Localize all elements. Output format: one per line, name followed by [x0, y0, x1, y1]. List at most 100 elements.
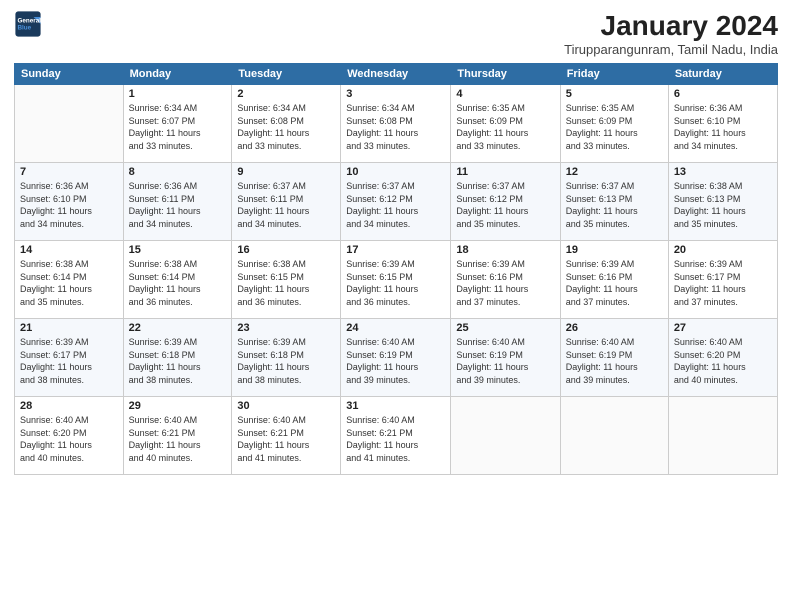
calendar-cell — [668, 397, 777, 475]
day-number: 29 — [129, 400, 227, 412]
day-number: 20 — [674, 244, 772, 256]
calendar-cell: 13 Sunrise: 6:38 AM Sunset: 6:13 PM Dayli… — [668, 163, 777, 241]
title-area: January 2024 Tirupparangunram, Tamil Nad… — [564, 10, 778, 57]
day-info: Sunrise: 6:39 AM Sunset: 6:16 PM Dayligh… — [566, 258, 663, 308]
day-number: 16 — [237, 244, 335, 256]
day-number: 11 — [456, 166, 554, 178]
calendar-table: Sunday Monday Tuesday Wednesday Thursday… — [14, 63, 778, 475]
calendar-cell: 20 Sunrise: 6:39 AM Sunset: 6:17 PM Dayli… — [668, 241, 777, 319]
calendar-cell: 27Sunrise: 6:40 AM Sunset: 6:20 PM Dayli… — [668, 319, 777, 397]
day-number: 26 — [566, 322, 663, 334]
calendar-cell: 10Sunrise: 6:37 AM Sunset: 6:12 PM Dayli… — [341, 163, 451, 241]
calendar-cell: 16Sunrise: 6:38 AM Sunset: 6:15 PM Dayli… — [232, 241, 341, 319]
day-number: 6 — [674, 88, 772, 100]
day-number: 4 — [456, 88, 554, 100]
day-info: Sunrise: 6:39 AM Sunset: 6:18 PM Dayligh… — [237, 336, 335, 386]
col-saturday: Saturday — [668, 64, 777, 85]
calendar-cell: 31Sunrise: 6:40 AM Sunset: 6:21 PM Dayli… — [341, 397, 451, 475]
calendar-cell: 19 Sunrise: 6:39 AM Sunset: 6:16 PM Dayli… — [560, 241, 668, 319]
week-row-3: 21 Sunrise: 6:39 AM Sunset: 6:17 PM Dayli… — [15, 319, 778, 397]
day-info: Sunrise: 6:36 AM Sunset: 6:10 PM Dayligh… — [20, 180, 118, 230]
day-info: Sunrise: 6:37 AM Sunset: 6:13 PM Dayligh… — [566, 180, 663, 230]
calendar-cell: 26 Sunrise: 6:40 AM Sunset: 6:19 PM Dayli… — [560, 319, 668, 397]
day-info: Sunrise: 6:36 AM Sunset: 6:10 PM Dayligh… — [674, 102, 772, 152]
calendar-cell: 3Sunrise: 6:34 AM Sunset: 6:08 PM Daylig… — [341, 85, 451, 163]
day-info: Sunrise: 6:40 AM Sunset: 6:21 PM Dayligh… — [129, 414, 227, 464]
day-info: Sunrise: 6:37 AM Sunset: 6:11 PM Dayligh… — [237, 180, 335, 230]
day-number: 1 — [129, 88, 227, 100]
calendar-cell: 15Sunrise: 6:38 AM Sunset: 6:14 PM Dayli… — [123, 241, 232, 319]
calendar-cell: 7 Sunrise: 6:36 AM Sunset: 6:10 PM Daylig… — [15, 163, 124, 241]
day-info: Sunrise: 6:39 AM Sunset: 6:16 PM Dayligh… — [456, 258, 554, 308]
col-tuesday: Tuesday — [232, 64, 341, 85]
day-number: 8 — [129, 166, 227, 178]
day-number: 5 — [566, 88, 663, 100]
day-number: 7 — [20, 166, 118, 178]
day-info: Sunrise: 6:40 AM Sunset: 6:19 PM Dayligh… — [566, 336, 663, 386]
day-number: 21 — [20, 322, 118, 334]
logo: General Blue — [14, 10, 42, 38]
day-info: Sunrise: 6:36 AM Sunset: 6:11 PM Dayligh… — [129, 180, 227, 230]
header: General Blue January 2024 Tirupparangunr… — [14, 10, 778, 57]
calendar-cell — [15, 85, 124, 163]
day-number: 3 — [346, 88, 445, 100]
calendar-cell: 14Sunrise: 6:38 AM Sunset: 6:14 PM Dayli… — [15, 241, 124, 319]
svg-text:Blue: Blue — [18, 25, 32, 32]
location: Tirupparangunram, Tamil Nadu, India — [564, 42, 778, 57]
day-number: 25 — [456, 322, 554, 334]
day-number: 27 — [674, 322, 772, 334]
day-number: 13 — [674, 166, 772, 178]
col-sunday: Sunday — [15, 64, 124, 85]
day-info: Sunrise: 6:35 AM Sunset: 6:09 PM Dayligh… — [566, 102, 663, 152]
day-info: Sunrise: 6:37 AM Sunset: 6:12 PM Dayligh… — [456, 180, 554, 230]
calendar-cell: 25 Sunrise: 6:40 AM Sunset: 6:19 PM Dayli… — [451, 319, 560, 397]
header-row: Sunday Monday Tuesday Wednesday Thursday… — [15, 64, 778, 85]
calendar-cell: 1 Sunrise: 6:34 AM Sunset: 6:07 PM Daylig… — [123, 85, 232, 163]
day-info: Sunrise: 6:39 AM Sunset: 6:17 PM Dayligh… — [674, 258, 772, 308]
day-number: 9 — [237, 166, 335, 178]
calendar-cell: 23 Sunrise: 6:39 AM Sunset: 6:18 PM Dayli… — [232, 319, 341, 397]
col-friday: Friday — [560, 64, 668, 85]
day-number: 28 — [20, 400, 118, 412]
week-row-0: 1 Sunrise: 6:34 AM Sunset: 6:07 PM Daylig… — [15, 85, 778, 163]
calendar-cell: 11 Sunrise: 6:37 AM Sunset: 6:12 PM Dayli… — [451, 163, 560, 241]
calendar-cell — [451, 397, 560, 475]
calendar-cell: 12 Sunrise: 6:37 AM Sunset: 6:13 PM Dayli… — [560, 163, 668, 241]
day-number: 18 — [456, 244, 554, 256]
day-number: 24 — [346, 322, 445, 334]
calendar-cell: 22Sunrise: 6:39 AM Sunset: 6:18 PM Dayli… — [123, 319, 232, 397]
day-info: Sunrise: 6:40 AM Sunset: 6:19 PM Dayligh… — [346, 336, 445, 386]
col-thursday: Thursday — [451, 64, 560, 85]
day-number: 19 — [566, 244, 663, 256]
day-info: Sunrise: 6:40 AM Sunset: 6:21 PM Dayligh… — [346, 414, 445, 464]
day-info: Sunrise: 6:38 AM Sunset: 6:13 PM Dayligh… — [674, 180, 772, 230]
day-info: Sunrise: 6:39 AM Sunset: 6:17 PM Dayligh… — [20, 336, 118, 386]
week-row-2: 14Sunrise: 6:38 AM Sunset: 6:14 PM Dayli… — [15, 241, 778, 319]
day-info: Sunrise: 6:34 AM Sunset: 6:07 PM Dayligh… — [129, 102, 227, 152]
calendar-cell: 21 Sunrise: 6:39 AM Sunset: 6:17 PM Dayli… — [15, 319, 124, 397]
calendar-cell: 28Sunrise: 6:40 AM Sunset: 6:20 PM Dayli… — [15, 397, 124, 475]
svg-text:General: General — [18, 18, 42, 25]
calendar-cell: 24 Sunrise: 6:40 AM Sunset: 6:19 PM Dayli… — [341, 319, 451, 397]
week-row-4: 28Sunrise: 6:40 AM Sunset: 6:20 PM Dayli… — [15, 397, 778, 475]
day-number: 15 — [129, 244, 227, 256]
day-number: 30 — [237, 400, 335, 412]
day-number: 23 — [237, 322, 335, 334]
calendar-cell: 4 Sunrise: 6:35 AM Sunset: 6:09 PM Daylig… — [451, 85, 560, 163]
day-info: Sunrise: 6:34 AM Sunset: 6:08 PM Dayligh… — [237, 102, 335, 152]
day-number: 12 — [566, 166, 663, 178]
day-number: 22 — [129, 322, 227, 334]
calendar-cell — [560, 397, 668, 475]
calendar-cell: 9 Sunrise: 6:37 AM Sunset: 6:11 PM Daylig… — [232, 163, 341, 241]
day-info: Sunrise: 6:40 AM Sunset: 6:19 PM Dayligh… — [456, 336, 554, 386]
day-number: 2 — [237, 88, 335, 100]
col-wednesday: Wednesday — [341, 64, 451, 85]
calendar-cell: 18 Sunrise: 6:39 AM Sunset: 6:16 PM Dayli… — [451, 241, 560, 319]
day-info: Sunrise: 6:40 AM Sunset: 6:21 PM Dayligh… — [237, 414, 335, 464]
month-title: January 2024 — [564, 10, 778, 42]
day-info: Sunrise: 6:35 AM Sunset: 6:09 PM Dayligh… — [456, 102, 554, 152]
day-info: Sunrise: 6:37 AM Sunset: 6:12 PM Dayligh… — [346, 180, 445, 230]
calendar-page: General Blue January 2024 Tirupparangunr… — [0, 0, 792, 612]
calendar-cell: 17Sunrise: 6:39 AM Sunset: 6:15 PM Dayli… — [341, 241, 451, 319]
calendar-cell: 8 Sunrise: 6:36 AM Sunset: 6:11 PM Daylig… — [123, 163, 232, 241]
